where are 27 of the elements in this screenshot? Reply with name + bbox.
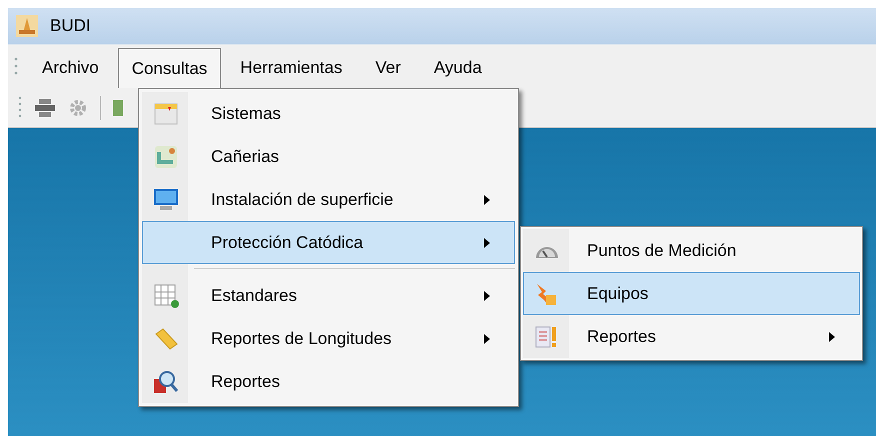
menu-item[interactable]: Equipos bbox=[523, 272, 860, 315]
menu-bar-item[interactable]: Ver bbox=[361, 48, 415, 88]
grip-icon bbox=[14, 56, 18, 76]
window-title: BUDI bbox=[50, 15, 91, 38]
settings-icon[interactable] bbox=[68, 98, 88, 118]
ruler-icon bbox=[153, 326, 179, 352]
menu-item[interactable]: Reportes de Longitudes bbox=[142, 317, 515, 360]
toolbar-image-icon[interactable] bbox=[113, 98, 123, 118]
magnifier-icon bbox=[153, 369, 179, 395]
pipes-icon bbox=[153, 144, 179, 170]
menu-item[interactable]: Estandares bbox=[142, 274, 515, 317]
menu-item[interactable]: Sistemas bbox=[142, 92, 515, 135]
menu-bar-item[interactable]: Consultas bbox=[118, 48, 222, 88]
menu-item[interactable]: Reportes bbox=[142, 360, 515, 403]
menu-item[interactable]: Instalación de superficie bbox=[142, 178, 515, 221]
menu-item[interactable]: Cañerias bbox=[142, 135, 515, 178]
menu-item[interactable]: Protección Catódica bbox=[142, 221, 515, 264]
app-logo-icon bbox=[16, 15, 38, 37]
monitor-icon bbox=[153, 187, 179, 213]
grid-icon bbox=[153, 283, 179, 309]
printer-icon[interactable] bbox=[34, 98, 56, 118]
menu-item[interactable]: Reportes bbox=[523, 315, 860, 358]
map-icon bbox=[153, 101, 179, 127]
menu-bar-item[interactable]: Archivo bbox=[28, 48, 113, 88]
menu-item[interactable]: Puntos de Medición bbox=[523, 229, 860, 272]
menu-bar-item[interactable]: Herramientas bbox=[226, 48, 356, 88]
menu-bar-item[interactable]: Ayuda bbox=[420, 48, 496, 88]
